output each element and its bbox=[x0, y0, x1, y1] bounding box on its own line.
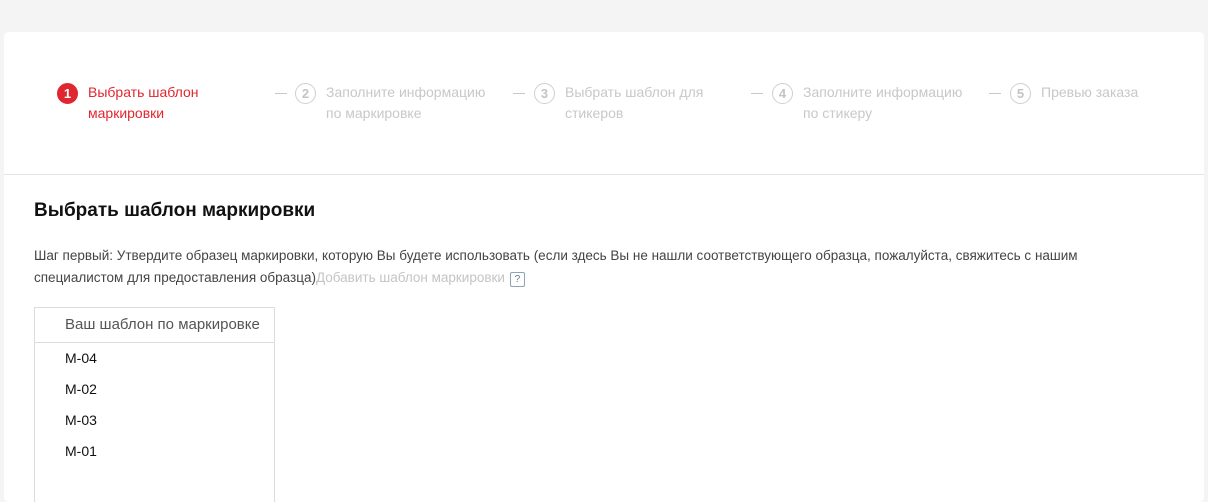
step-separator bbox=[275, 93, 287, 94]
description-text: Шаг первый: Утвердите образец маркировки… bbox=[34, 248, 1078, 285]
question-icon[interactable]: ? bbox=[509, 272, 525, 287]
step-1-label: Выбрать шаблон маркировки bbox=[88, 84, 199, 121]
step-separator bbox=[513, 93, 525, 94]
step-5-label: Превью заказа bbox=[1041, 84, 1139, 100]
template-item-m-01[interactable]: M-01 bbox=[35, 436, 274, 467]
step-1-number: 1 bbox=[57, 83, 78, 104]
order-card: 1 Выбрать шаблон маркировки 2 Заполните … bbox=[4, 32, 1204, 502]
step-3-label: Выбрать шаблон для стикеров bbox=[565, 84, 704, 121]
section-title: Выбрать шаблон маркировки bbox=[34, 200, 316, 221]
step-5-number: 5 bbox=[1010, 83, 1031, 104]
step-separator bbox=[989, 93, 1001, 94]
section-description: Шаг первый: Утвердите образец маркировки… bbox=[34, 245, 1154, 289]
step-4[interactable]: 4 Заполните информацию по стикеру bbox=[772, 82, 965, 124]
step-4-number: 4 bbox=[772, 83, 793, 104]
step-4-label: Заполните информацию по стикеру bbox=[803, 84, 963, 121]
step-2-label: Заполните информацию по маркировке bbox=[326, 84, 486, 121]
step-3[interactable]: 3 Выбрать шаблон для стикеров bbox=[534, 82, 727, 124]
step-2-number: 2 bbox=[295, 83, 316, 104]
step-5[interactable]: 5 Превью заказа bbox=[1010, 82, 1203, 104]
step-3-number: 3 bbox=[534, 83, 555, 104]
step-2[interactable]: 2 Заполните информацию по маркировке bbox=[295, 82, 488, 124]
step-separator bbox=[751, 93, 763, 94]
step-1[interactable]: 1 Выбрать шаблон маркировки bbox=[57, 82, 250, 124]
order-steps: 1 Выбрать шаблон маркировки 2 Заполните … bbox=[4, 32, 1204, 175]
template-item-m-02[interactable]: M-02 bbox=[35, 374, 274, 405]
template-list: Ваш шаблон по маркировке M-04 M-02 M-03 … bbox=[34, 307, 275, 502]
template-list-header: Ваш шаблон по маркировке bbox=[35, 308, 274, 343]
add-template-link[interactable]: Добавить шаблон маркировки bbox=[316, 270, 505, 285]
template-item-m-04[interactable]: M-04 bbox=[35, 343, 274, 374]
template-item-m-03[interactable]: M-03 bbox=[35, 405, 274, 436]
